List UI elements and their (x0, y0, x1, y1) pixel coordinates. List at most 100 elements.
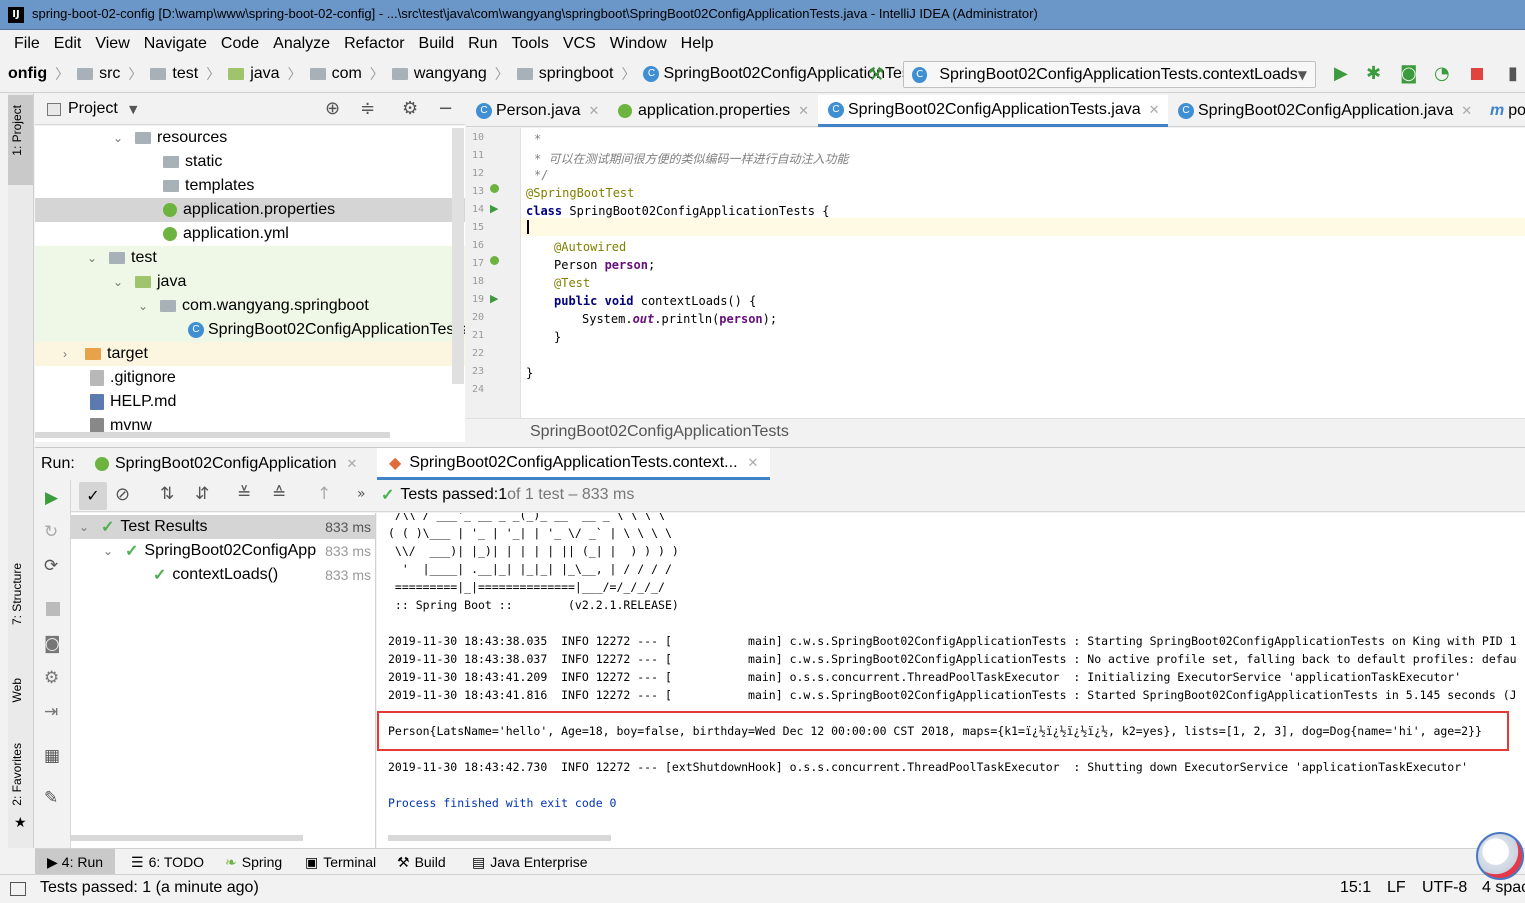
tree-horizontal-scrollbar[interactable] (35, 432, 390, 438)
rerun-icon[interactable]: ▶ (45, 488, 58, 508)
result-class[interactable]: ⌄ ✓ SpringBoot02ConfigApp 833 ms (103, 539, 371, 563)
line-separator[interactable]: LF (1387, 879, 1406, 897)
run-test-gutter-icon[interactable]: ▶ (490, 202, 498, 215)
tree-item-package[interactable]: ⌄ com.wangyang.springboot (138, 294, 369, 318)
tab-person-java[interactable]: C Person.java ✕ (466, 95, 608, 127)
profile-icon[interactable]: ◔ (1434, 64, 1450, 84)
strip-structure-tab[interactable]: 7: Structure (10, 563, 24, 625)
previous-failed-icon[interactable]: ↑ (317, 484, 331, 504)
result-root[interactable]: ⌄ ✓ Test Results 833 ms (79, 515, 371, 539)
tab-application-java[interactable]: C SpringBoot02ConfigApplication.java ✕ (1168, 95, 1480, 127)
tree-item-help-md[interactable]: HELP.md (90, 390, 176, 414)
breadcrumb-project[interactable]: onfig (8, 65, 47, 83)
strip-web-tab[interactable]: Web (10, 678, 24, 702)
menu-view[interactable]: View (95, 35, 129, 53)
exit-icon[interactable]: ⇥ (44, 702, 58, 722)
caret-position[interactable]: 15:1 (1340, 879, 1371, 897)
stop-icon[interactable] (1471, 68, 1483, 80)
menu-build[interactable]: Build (419, 35, 455, 53)
menu-run[interactable]: Run (468, 35, 497, 53)
camera-icon[interactable]: ◙ (44, 634, 61, 654)
breadcrumb-test[interactable]: test (150, 65, 198, 83)
sort-alpha-icon[interactable]: ⇅ (160, 484, 174, 504)
close-icon[interactable]: ✕ (748, 455, 759, 471)
console-scrollbar[interactable] (388, 835, 611, 841)
tree-item-gitignore[interactable]: .gitignore (90, 366, 176, 390)
run-config-select[interactable]: C SpringBoot02ConfigApplicationTests.con… (903, 61, 1316, 88)
sort-duration-icon[interactable]: ⇵ (195, 484, 209, 504)
gear-icon[interactable]: ⚙ (402, 98, 418, 119)
tab-application-properties[interactable]: application.properties ✕ (608, 95, 818, 127)
run-icon[interactable]: ▶ (1334, 64, 1348, 84)
menu-vcs[interactable]: VCS (563, 35, 596, 53)
debug-icon[interactable]: ✱ (1366, 64, 1381, 84)
more-actions-icon[interactable]: » (357, 486, 366, 502)
tab-pom[interactable]: m po (1480, 95, 1525, 127)
bottom-tab-spring[interactable]: ❧ Spring (225, 849, 282, 875)
breadcrumb-src[interactable]: src (77, 65, 120, 83)
bottom-tab-run[interactable]: ▶ 4: Run (35, 849, 115, 875)
breadcrumb-java[interactable]: java (228, 65, 280, 83)
menu-tools[interactable]: Tools (511, 35, 548, 53)
bottom-tab-java-enterprise[interactable]: ▤ Java Enterprise (472, 849, 588, 875)
collapse-all-icon[interactable]: ≙ (272, 484, 286, 504)
collapse-all-icon[interactable]: ≑ (360, 98, 375, 119)
hide-icon[interactable]: − (438, 98, 453, 119)
layout-icon[interactable]: ▦ (44, 746, 60, 766)
expand-all-icon[interactable]: ≚ (237, 484, 251, 504)
tree-item-test[interactable]: ⌄ test (87, 246, 157, 270)
menu-navigate[interactable]: Navigate (144, 35, 207, 53)
show-ignored-icon[interactable]: ⊘ (115, 484, 130, 505)
menu-refactor[interactable]: Refactor (344, 35, 404, 53)
pin-icon[interactable]: ✎ (44, 788, 58, 808)
tab-tests-java[interactable]: C SpringBoot02ConfigApplicationTests.java… (818, 95, 1168, 127)
close-icon[interactable]: ✕ (589, 103, 600, 119)
menu-window[interactable]: Window (610, 35, 667, 53)
stop-icon[interactable] (46, 602, 60, 616)
settings-icon[interactable]: ⚙ (44, 668, 59, 688)
menu-code[interactable]: Code (221, 35, 259, 53)
strip-project-tab[interactable]: 1: Project (10, 105, 24, 156)
close-icon[interactable]: ✕ (1461, 103, 1472, 119)
autowired-gutter-icon[interactable] (490, 256, 499, 265)
run-tab-tests[interactable]: ◆ SpringBoot02ConfigApplicationTests.cont… (377, 448, 771, 480)
tree-item-target[interactable]: › target (63, 342, 148, 366)
run-test-gutter-icon[interactable]: ▶ (490, 292, 498, 305)
tree-item-application-properties[interactable]: application.properties (163, 198, 335, 222)
show-passed-icon[interactable]: ✓ (79, 482, 107, 510)
indent-setting[interactable]: 4 spac (1482, 879, 1525, 897)
menu-analyze[interactable]: Analyze (273, 35, 330, 53)
bottom-tab-todo[interactable]: ☰ 6: TODO (131, 849, 204, 875)
close-icon[interactable]: ✕ (346, 456, 357, 472)
file-encoding[interactable]: UTF-8 (1422, 879, 1467, 897)
coverage-icon[interactable]: ◙ (1400, 64, 1417, 84)
spring-bean-gutter-icon[interactable] (490, 184, 499, 193)
chevron-down-icon[interactable]: ▼ (129, 103, 137, 116)
code-editor[interactable]: * * 可以在测试期间很方便的类似编码一样进行自动注入功能 */ @Spring… (521, 128, 1525, 418)
breadcrumb-com[interactable]: com (309, 65, 362, 83)
more-icon[interactable]: ▮ (1508, 64, 1518, 84)
breadcrumb-wangyang[interactable]: wangyang (391, 65, 487, 83)
toggle-auto-test-icon[interactable]: ⟳ (44, 556, 58, 576)
build-hammer-icon[interactable]: ⚒ (868, 65, 884, 85)
menu-help[interactable]: Help (681, 35, 714, 53)
tree-item-test-class[interactable]: C SpringBoot02ConfigApplicationTests (188, 318, 465, 342)
tree-vertical-scrollbar[interactable] (452, 128, 464, 384)
menu-edit[interactable]: Edit (54, 35, 82, 53)
menu-file[interactable]: File (14, 35, 40, 53)
close-icon[interactable]: ✕ (1149, 102, 1160, 118)
tree-item-static[interactable]: static (163, 150, 222, 174)
bottom-tab-build[interactable]: ⚒ Build (397, 849, 446, 875)
bottom-tab-terminal[interactable]: ▣ Terminal (305, 849, 376, 875)
locate-icon[interactable]: ⊕ (325, 98, 340, 119)
tree-item-resources[interactable]: ⌄ resources (113, 126, 227, 150)
tree-item-java[interactable]: ⌄ java (113, 270, 186, 294)
breadcrumb-springboot[interactable]: springboot (516, 65, 613, 83)
close-icon[interactable]: ✕ (798, 103, 809, 119)
toggle-tool-windows-icon[interactable] (10, 882, 26, 896)
editor-breadcrumb[interactable]: SpringBoot02ConfigApplicationTests (530, 423, 789, 441)
results-scrollbar[interactable] (71, 835, 303, 841)
project-title[interactable]: Project (68, 100, 118, 118)
console-output[interactable]: /\\ / ___'_ __ _ _(_)_ __ __ _ \ \ \ \ (… (377, 513, 1525, 848)
rerun-failed-icon[interactable]: ↻ (44, 522, 58, 542)
